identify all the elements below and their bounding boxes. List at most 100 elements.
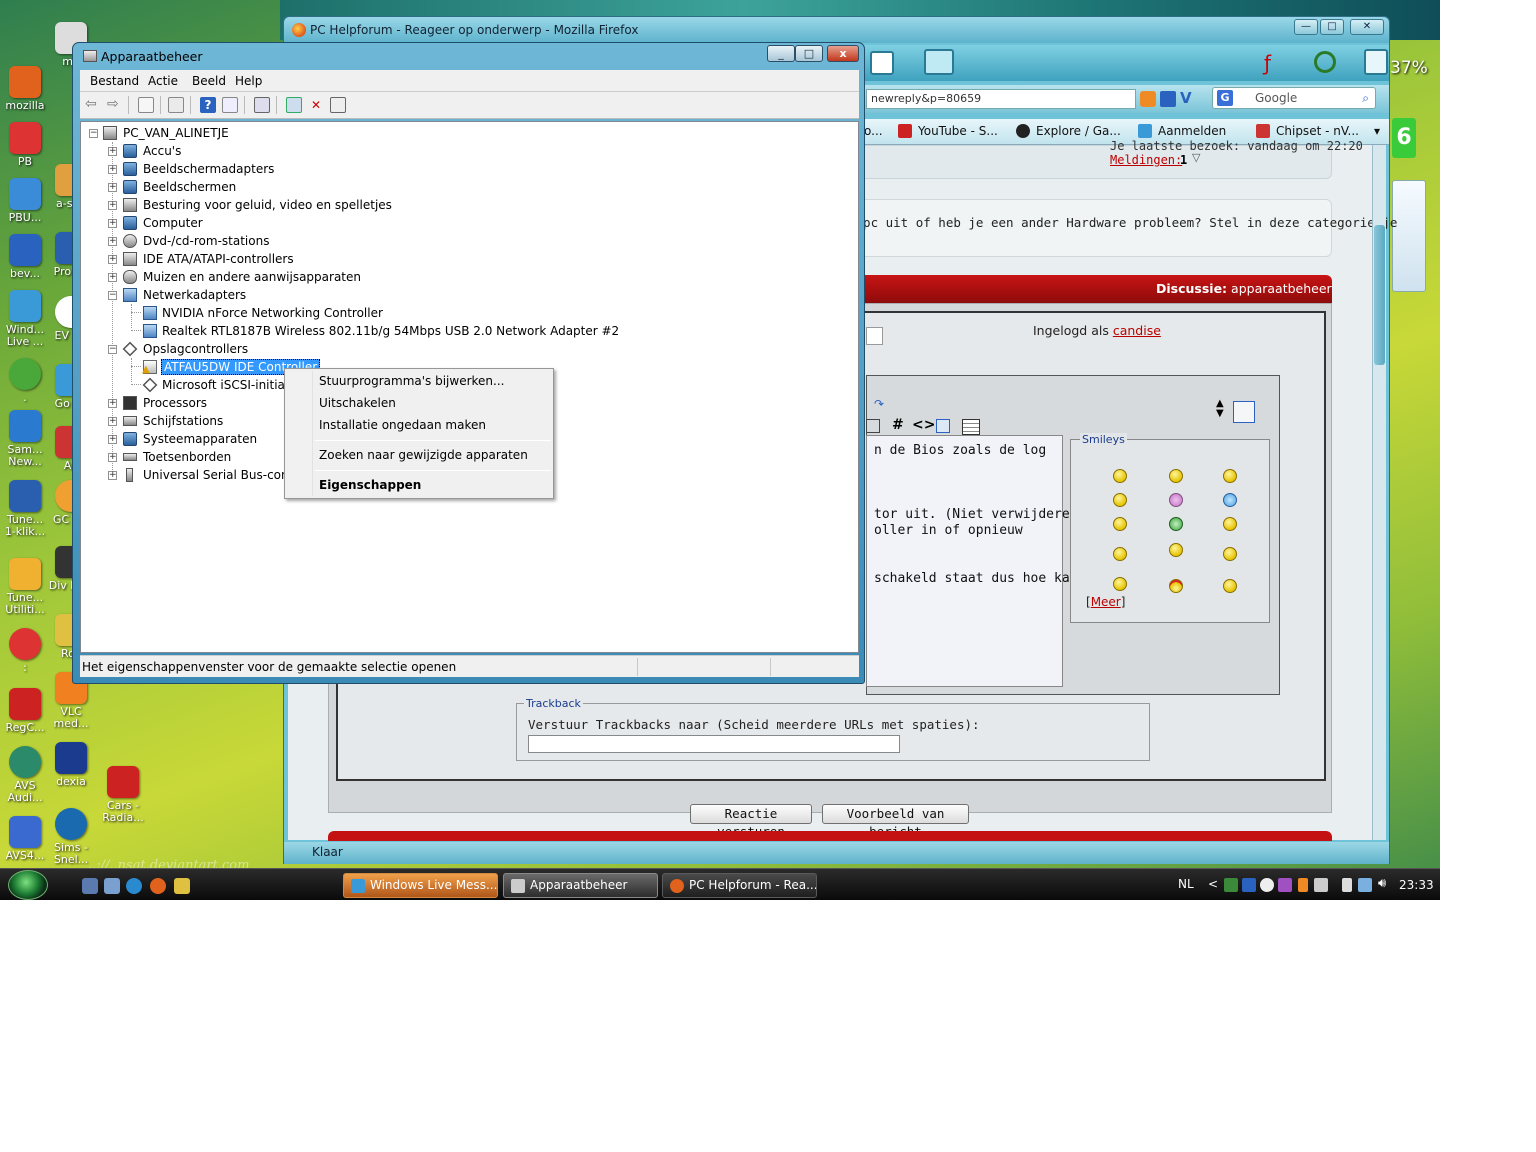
- expand-system-devices[interactable]: +: [108, 435, 117, 444]
- rss-icon[interactable]: [1140, 91, 1156, 107]
- firefox-titlebar[interactable]: PC Helpforum - Reageer op onderwerp - Mo…: [284, 17, 1389, 43]
- smiley-laugh-icon[interactable]: [1113, 547, 1127, 561]
- firefox-minimize-button[interactable]: —: [1294, 19, 1318, 35]
- bookmarks-more-chevron-icon[interactable]: ▾: [1374, 124, 1380, 138]
- page-info-icon[interactable]: [1160, 91, 1176, 107]
- update-driver-icon[interactable]: [286, 97, 302, 113]
- help-icon[interactable]: ?: [200, 97, 216, 113]
- tree-node-network-adapters[interactable]: Netwerkadapters: [143, 287, 246, 303]
- expand-monitors[interactable]: +: [108, 183, 117, 192]
- submit-reply-button[interactable]: Reactie versturen: [690, 804, 812, 839]
- smiley-cool-icon[interactable]: [1223, 493, 1237, 507]
- show-hide-console-tree-icon[interactable]: [138, 97, 154, 113]
- tree-node-iscsi[interactable]: Microsoft iSCSI-initiator: [162, 377, 302, 393]
- desktop-icon-pbu[interactable]: PBU...: [0, 178, 50, 224]
- desktop-icon-cars[interactable]: Cars - Radia...: [98, 766, 148, 824]
- taskbar-messenger[interactable]: Windows Live Mess...: [343, 873, 498, 898]
- battery-tray-icon[interactable]: [1342, 878, 1352, 892]
- menu-item-properties[interactable]: Eigenschappen: [319, 478, 421, 492]
- flash-icon[interactable]: ƒ: [1264, 51, 1286, 75]
- view-icon[interactable]: [222, 97, 238, 113]
- smiley-confused-icon[interactable]: [1113, 493, 1127, 507]
- desktop-icon-pb[interactable]: PB: [0, 122, 50, 168]
- php-icon[interactable]: [936, 419, 950, 433]
- smiley-viking-icon[interactable]: [1113, 577, 1127, 591]
- expand-sound[interactable]: +: [108, 201, 117, 210]
- expand-usb[interactable]: +: [108, 471, 117, 480]
- tray-network-icon[interactable]: [1242, 878, 1256, 892]
- green-gadget[interactable]: 6: [1392, 118, 1416, 158]
- bookmark-youtube[interactable]: YouTube - S...: [898, 124, 998, 138]
- preview-message-button[interactable]: Voorbeeld van bericht: [822, 804, 969, 839]
- more-smileys-link[interactable]: Meer: [1091, 595, 1121, 609]
- desktop-icon-bev[interactable]: bev...: [0, 234, 50, 280]
- desktop-icon-samsung[interactable]: Sam... New...: [0, 410, 50, 468]
- google-icon[interactable]: G: [1217, 90, 1233, 106]
- search-magnifier-icon[interactable]: ⌕: [1362, 88, 1369, 108]
- expand-keyboards[interactable]: +: [108, 453, 117, 462]
- desktop-icon-regcure[interactable]: RegC...: [0, 688, 50, 734]
- tree-node-disk-drives[interactable]: Schijfstations: [143, 413, 223, 429]
- smiley-sick-icon[interactable]: [1169, 517, 1183, 531]
- tree-node-mice[interactable]: Muizen en andere aanwijsapparaten: [143, 269, 361, 285]
- desktop-icon-dexia[interactable]: dexia: [46, 742, 96, 788]
- resize-arrows-icon[interactable]: ▲ ▼: [1216, 399, 1224, 419]
- toolbar-panel-icon[interactable]: [1364, 49, 1388, 75]
- volume-icon[interactable]: 🔊︎: [1378, 876, 1386, 891]
- menu-bestand[interactable]: Bestand: [90, 74, 139, 88]
- uninstall-icon[interactable]: ✕: [308, 97, 324, 113]
- language-indicator[interactable]: NL: [1178, 877, 1194, 891]
- desktop-icon-mozilla[interactable]: mozilla: [0, 66, 50, 112]
- battery-gadget[interactable]: 37%: [1390, 58, 1428, 78]
- desktop-icon-green[interactable]: .: [0, 358, 50, 404]
- tree-node-system-devices[interactable]: Systeemapparaten: [143, 431, 257, 447]
- menu-item-uninstall[interactable]: Installatie ongedaan maken: [319, 418, 486, 432]
- collapse-storage-controllers[interactable]: −: [108, 345, 117, 354]
- network-tray-icon[interactable]: [1358, 878, 1372, 892]
- trackback-input[interactable]: [528, 735, 900, 753]
- smiley-smile-icon[interactable]: [1113, 469, 1127, 483]
- search-box[interactable]: G Google ⌕: [1212, 87, 1376, 109]
- menu-actie[interactable]: Actie: [148, 74, 178, 88]
- tray-app-icon[interactable]: [1278, 878, 1292, 892]
- clock[interactable]: 23:33: [1399, 878, 1434, 892]
- tray-expand-icon[interactable]: <: [1208, 877, 1218, 891]
- notifications-link[interactable]: Meldingen:: [1110, 153, 1182, 167]
- firefox-close-button[interactable]: ✕: [1350, 19, 1384, 35]
- smiley-sad-icon[interactable]: [1113, 517, 1127, 531]
- page-scrollbar[interactable]: [1372, 145, 1386, 840]
- hash-icon[interactable]: #: [892, 417, 904, 433]
- quicklaunch-app-icon[interactable]: [174, 878, 190, 894]
- smiley-thinking-icon[interactable]: [1169, 543, 1183, 557]
- scan-hardware-icon[interactable]: [254, 97, 270, 113]
- code-icon[interactable]: <>: [912, 417, 935, 433]
- menu-help[interactable]: Help: [235, 74, 262, 88]
- bookmark-overflow[interactable]: o...: [864, 124, 883, 138]
- scrollbar-thumb[interactable]: [1374, 225, 1385, 365]
- expand-accus[interactable]: +: [108, 147, 117, 156]
- menu-beeld[interactable]: Beeld: [192, 74, 226, 88]
- expand-dvd[interactable]: +: [108, 237, 117, 246]
- properties-icon[interactable]: [168, 97, 184, 113]
- menu-item-update-driver[interactable]: Stuurprogramma's bijwerken...: [319, 374, 504, 388]
- user-link[interactable]: candise: [1113, 323, 1161, 338]
- tree-node-keyboards[interactable]: Toetsenborden: [143, 449, 231, 465]
- taskbar-device-manager[interactable]: Apparaatbeheer: [503, 873, 658, 898]
- tree-node-accus[interactable]: Accu's: [143, 143, 181, 159]
- smiley-surprised-icon[interactable]: [1223, 517, 1237, 531]
- bookmark-star-icon[interactable]: V: [1180, 89, 1192, 107]
- bookmark-explore[interactable]: Explore / Ga...: [1016, 124, 1121, 138]
- taskbar-firefox[interactable]: PC Helpforum - Rea...: [662, 873, 817, 898]
- smiley-wink-icon[interactable]: [1223, 469, 1237, 483]
- title-input-fragment[interactable]: [866, 327, 883, 345]
- smiley-tongue-icon[interactable]: [1169, 493, 1183, 507]
- smiley-santa-icon[interactable]: [1169, 579, 1183, 593]
- menu-item-scan-hardware[interactable]: Zoeken naar gewijzigde apparaten: [319, 448, 528, 462]
- tray-orange-icon[interactable]: [1298, 878, 1308, 892]
- notifications-dropdown-icon[interactable]: ▽: [1192, 151, 1200, 164]
- bookmark-chipset[interactable]: Chipset - nV...: [1256, 124, 1359, 138]
- toolbar-button-icon[interactable]: [870, 51, 894, 75]
- address-bar[interactable]: newreply&p=80659: [866, 89, 1136, 109]
- collapse-network-adapters[interactable]: −: [108, 291, 117, 300]
- collapse-root[interactable]: −: [89, 129, 98, 138]
